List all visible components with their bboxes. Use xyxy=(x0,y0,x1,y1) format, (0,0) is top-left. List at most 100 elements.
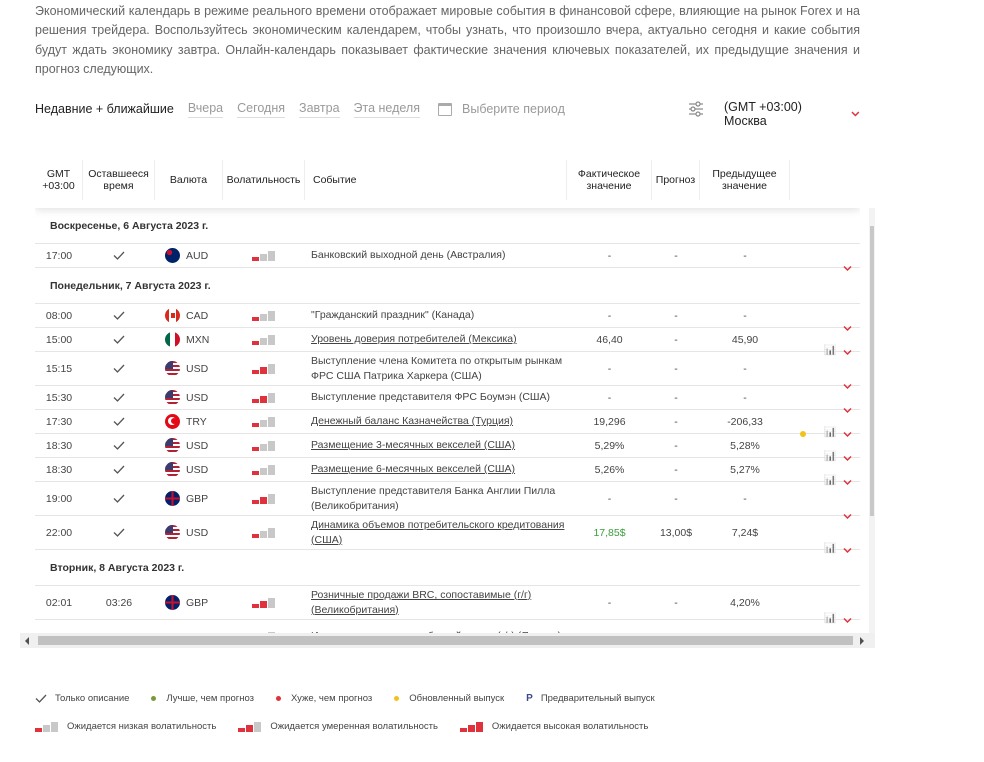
actual-value: 17,85$ xyxy=(593,526,626,539)
timezone-label: (GMT +03:00) Москва xyxy=(724,100,802,128)
flag-au-icon xyxy=(165,248,180,263)
remaining-time xyxy=(83,494,155,503)
legend-label: Ожидается высокая волатильность xyxy=(491,721,649,732)
legend-item: Только описание xyxy=(35,693,129,704)
event-link[interactable]: Уровень доверия потребителей (Мексика) xyxy=(311,332,517,347)
volatility xyxy=(223,527,305,538)
filter-yesterday[interactable]: Вчера xyxy=(187,101,224,118)
flag-mx-icon xyxy=(165,332,180,347)
table-row[interactable]: 17:30 TRY Денежный баланс Казначейства (Ту… xyxy=(35,410,860,438)
col-remaining: Оставшееся время xyxy=(83,160,155,200)
check-icon xyxy=(113,251,125,260)
volatility xyxy=(223,440,305,451)
event-name: "Гражданский праздник" (Канада) xyxy=(305,308,567,323)
table-row[interactable]: 19:00 GBP Выступление представителя Банка … xyxy=(35,482,860,519)
bar-chart-icon[interactable]: 📊 xyxy=(824,543,836,554)
volatility xyxy=(223,310,305,321)
legend-label: Ожидается умеренная волатильность xyxy=(270,721,438,732)
check-icon xyxy=(35,694,47,703)
table-row[interactable]: 02:3003:55JPYИзменение уровня заработной… xyxy=(35,620,860,633)
timezone-select[interactable]: (GMT +03:00) Москва xyxy=(724,100,860,128)
legend-dot-icon xyxy=(151,696,157,701)
legend-item: Ожидается высокая волатильность xyxy=(459,721,649,732)
event-link[interactable]: Розничные продажи BRC, сопоставимые (г/г… xyxy=(311,588,567,617)
scrollbar-thumb[interactable] xyxy=(38,636,853,645)
event-name[interactable]: Размещение 3-месячных векселей (США) xyxy=(305,438,567,453)
table-row[interactable]: 15:00 MXN Уровень доверия потребителей (Ме… xyxy=(35,328,860,356)
table-row[interactable]: 18:30 USD Размещение 6-месячных векселей (… xyxy=(35,458,860,486)
volatility-high-icon xyxy=(459,721,484,732)
flag-us-icon xyxy=(165,462,180,477)
event-link[interactable]: Размещение 3-месячных векселей (США) xyxy=(311,438,515,453)
actual-value: 19,296 xyxy=(593,415,626,428)
currency: CAD xyxy=(155,308,223,323)
event-text: Выступление члена Комитета по открытым р… xyxy=(311,355,563,382)
remaining-time xyxy=(83,364,155,373)
event-name[interactable]: Динамика объемов потребительского кредит… xyxy=(305,518,567,547)
currency-code: TRY xyxy=(186,415,207,428)
remaining-time xyxy=(83,251,155,260)
calendar-icon xyxy=(438,102,452,116)
expand-chevron-icon[interactable] xyxy=(843,264,852,273)
vertical-scrollbar[interactable] xyxy=(869,208,875,633)
table-row[interactable]: 15:30 USD Выступление представителя ФРС Бо… xyxy=(35,386,860,413)
currency-code: MXN xyxy=(186,333,210,346)
flag-us-icon xyxy=(165,390,180,405)
event-text: Выступление представителя ФРС Боумэн (СШ… xyxy=(311,391,551,404)
flag-ca-icon xyxy=(165,308,180,323)
event-time: 17:00 xyxy=(45,249,73,262)
scroll-left-arrow-icon[interactable] xyxy=(25,637,29,645)
scrollbar-thumb[interactable] xyxy=(870,226,874,516)
table-row[interactable]: 18:30 USD Размещение 3-месячных векселей (… xyxy=(35,434,860,462)
table-row[interactable]: 08:00 CAD "Гражданский праздник" (Канада) -… xyxy=(35,304,860,331)
filter-this-week[interactable]: Эта неделя xyxy=(353,101,420,118)
event-time: 17:30 xyxy=(45,415,73,428)
event-link[interactable]: Денежный баланс Казначейства (Турция) xyxy=(311,414,513,429)
table-row[interactable]: 17:00 AUD Банковский выходной день (Австра… xyxy=(35,244,860,271)
table-row[interactable]: 15:15 USD Выступление члена Комитета по от… xyxy=(35,352,860,389)
event-link[interactable]: Размещение 6-месячных векселей (США) xyxy=(311,462,515,477)
previous-value: - xyxy=(743,309,747,322)
col-extra xyxy=(790,160,860,200)
filter-today[interactable]: Сегодня xyxy=(237,101,286,118)
event-name: Выступление представителя Банка Англии П… xyxy=(305,484,567,513)
horizontal-scrollbar[interactable] xyxy=(20,633,875,648)
volatility-low-icon xyxy=(252,527,276,538)
volatility-medium-icon xyxy=(252,363,276,374)
event-time: 02:01 xyxy=(45,596,73,609)
expand-chevron-icon[interactable] xyxy=(843,546,852,555)
event-name[interactable]: Розничные продажи BRC, сопоставимые (г/г… xyxy=(305,588,567,617)
previous-value: - xyxy=(743,492,747,505)
event-name[interactable]: Денежный баланс Казначейства (Турция) xyxy=(305,414,567,429)
forecast-value: - xyxy=(674,415,678,428)
legend-label: Лучше, чем прогноз xyxy=(166,693,255,704)
event-link[interactable]: Динамика объемов потребительского кредит… xyxy=(311,518,567,547)
event-name[interactable]: Размещение 6-месячных векселей (США) xyxy=(305,462,567,477)
previous-value: - xyxy=(743,391,747,404)
currency: GBP xyxy=(155,491,223,506)
currency-code: USD xyxy=(186,439,209,452)
event-name[interactable]: Уровень доверия потребителей (Мексика) xyxy=(305,332,567,347)
volatility xyxy=(223,363,305,374)
table-body: Воскресенье, 6 Августа 2023 г. 17:00 AUD Ба… xyxy=(35,208,860,633)
day-header: Понедельник, 7 Августа 2023 г. xyxy=(35,268,860,304)
forecast-value: - xyxy=(674,439,678,452)
currency-code: USD xyxy=(186,391,209,404)
forecast-value: - xyxy=(674,391,678,404)
volatility xyxy=(223,392,305,403)
legend-label: Ожидается низкая волатильность xyxy=(67,721,217,732)
filter-recent[interactable]: Недавние + ближайшие xyxy=(35,102,174,116)
check-icon xyxy=(113,494,125,503)
forecast-value: - xyxy=(674,492,678,505)
settings-sliders-icon[interactable] xyxy=(688,101,704,117)
period-picker[interactable]: Выберите период xyxy=(438,102,565,116)
chevron-down-icon xyxy=(851,111,860,117)
col-volatility: Волатильность xyxy=(223,160,305,200)
table-row[interactable]: 02:01 03:26 GBP Розничные продажи BRC, сопо… xyxy=(35,586,860,624)
filter-tomorrow[interactable]: Завтра xyxy=(299,101,340,118)
table-row[interactable]: 22:00 USD Динамика объемов потребительског… xyxy=(35,516,860,554)
scroll-right-arrow-icon[interactable] xyxy=(860,637,864,645)
volatility xyxy=(223,416,305,427)
previous-value: -206,33 xyxy=(727,415,763,428)
actual-value: 5,29% xyxy=(594,439,625,452)
